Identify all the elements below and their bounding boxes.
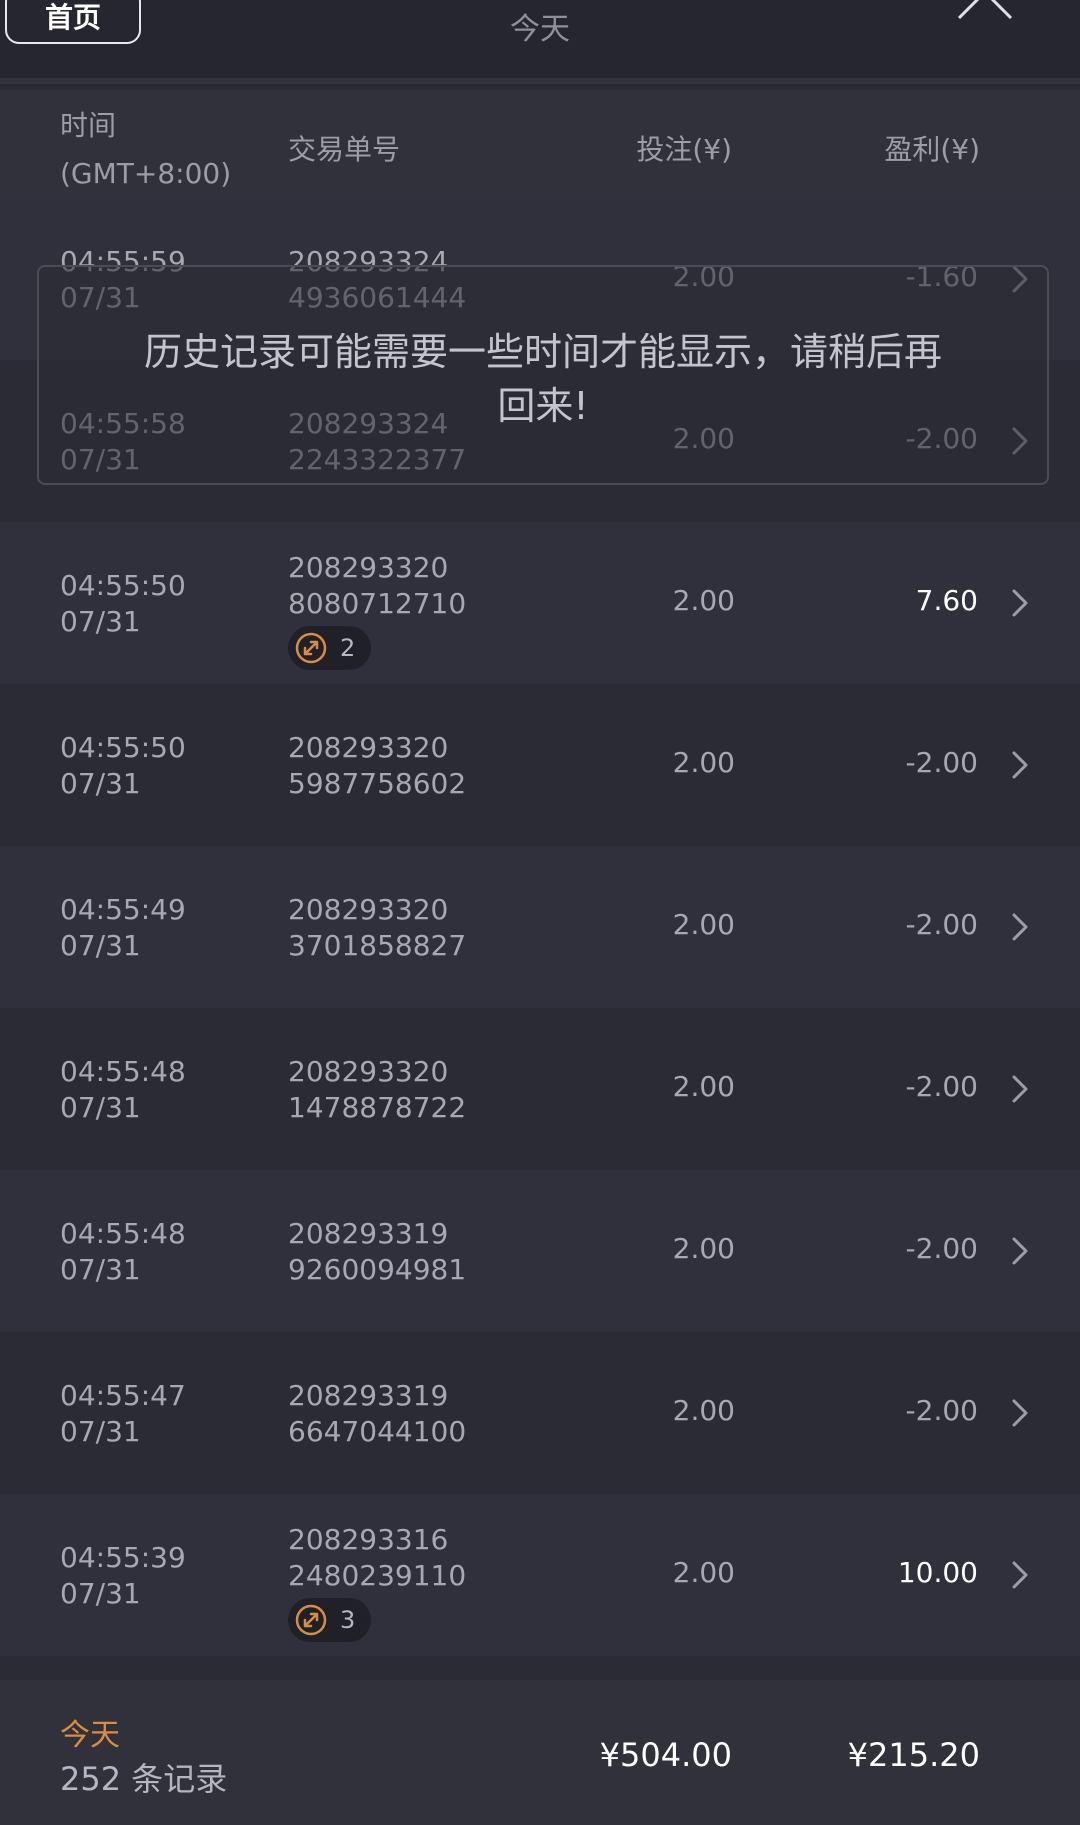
summary-record-count: 252 条记录 bbox=[60, 1760, 228, 1798]
row-time: 04:55:50 07/31 bbox=[60, 568, 186, 640]
row-date-value: 07/31 bbox=[60, 605, 141, 638]
row-time: 04:55:48 07/31 bbox=[60, 1216, 186, 1288]
swap-arrows-icon bbox=[295, 1604, 327, 1636]
summary-total-profit: ¥215.20 bbox=[847, 1736, 980, 1774]
row-profit: -2.00 bbox=[905, 746, 978, 779]
page-title: 今天 bbox=[510, 12, 570, 47]
row-id-line-2: 3701858827 bbox=[288, 929, 467, 962]
row-badge-count: 2 bbox=[340, 634, 356, 662]
history-delay-toast: 历史记录可能需要一些时间才能显示，请稍后再 回来! bbox=[37, 265, 1049, 485]
row-date-value: 07/31 bbox=[60, 767, 141, 800]
chevron-right-icon[interactable] bbox=[1010, 588, 1030, 618]
summary-total-bet: ¥504.00 bbox=[599, 1736, 732, 1774]
swap-arrows-icon bbox=[295, 632, 327, 664]
table-row[interactable]: 04:55:39 07/31 208293316 2480239110 3 2.00 10.… bbox=[0, 1494, 1080, 1656]
row-badge-count: 3 bbox=[340, 1606, 356, 1634]
row-transaction-id: 208293319 9260094981 bbox=[288, 1216, 466, 1288]
row-time-value: 04:55:49 bbox=[60, 893, 186, 926]
row-id-line-1: 208293320 bbox=[288, 551, 449, 584]
row-id-line-2: 9260094981 bbox=[288, 1253, 467, 1286]
row-time-value: 04:55:48 bbox=[60, 1055, 186, 1088]
row-transaction-id: 208293320 3701858827 bbox=[288, 892, 466, 964]
row-id-line-1: 208293320 bbox=[288, 893, 449, 926]
row-time-value: 04:55:47 bbox=[60, 1379, 186, 1412]
table-row[interactable]: 04:55:50 07/31 208293320 8080712710 2 2.00 7.6… bbox=[0, 522, 1080, 684]
table-row[interactable]: 04:55:49 07/31 208293320 3701858827 2.00 -2.0… bbox=[0, 846, 1080, 1008]
row-transaction-id: 208293316 2480239110 3 bbox=[288, 1522, 466, 1646]
row-time: 04:55:39 07/31 bbox=[60, 1540, 186, 1612]
row-date-value: 07/31 bbox=[60, 1577, 141, 1610]
row-time-value: 04:55:50 bbox=[60, 569, 186, 602]
row-bet: 2.00 bbox=[672, 1556, 735, 1589]
row-date-value: 07/31 bbox=[60, 1253, 141, 1286]
row-profit: -2.00 bbox=[905, 1070, 978, 1103]
row-id-line-2: 2480239110 bbox=[288, 1559, 467, 1592]
header-bet: 投注(¥) bbox=[636, 133, 732, 166]
table-row[interactable]: 04:55:48 07/31 208293320 1478878722 2.00 -2.0… bbox=[0, 1008, 1080, 1170]
row-profit: 10.00 bbox=[897, 1556, 978, 1589]
header-time: 时间 (GMT+8:00) bbox=[60, 102, 231, 198]
row-time: 04:55:48 07/31 bbox=[60, 1054, 186, 1126]
row-profit: -2.00 bbox=[905, 1394, 978, 1427]
row-time: 04:55:49 07/31 bbox=[60, 892, 186, 964]
row-date-value: 07/31 bbox=[60, 1091, 141, 1124]
row-transaction-id: 208293319 6647044100 bbox=[288, 1378, 466, 1450]
close-icon[interactable] bbox=[955, 0, 1015, 20]
chevron-right-icon[interactable] bbox=[1010, 1560, 1030, 1590]
row-time-value: 04:55:50 bbox=[60, 731, 186, 764]
row-badge: 3 bbox=[288, 1598, 372, 1642]
summary-footer: 今天 252 条记录 ¥504.00 ¥215.20 bbox=[0, 1680, 1080, 1825]
row-id-line-2: 6647044100 bbox=[288, 1415, 467, 1448]
row-id-line-1: 208293320 bbox=[288, 731, 449, 764]
row-bet: 2.00 bbox=[672, 1232, 735, 1265]
row-id-line-1: 208293316 bbox=[288, 1523, 449, 1556]
top-bar: 首页 今天 bbox=[0, 0, 1080, 84]
header-timezone-label: (GMT+8:00) bbox=[60, 157, 232, 190]
toast-line-2: 回来! bbox=[497, 384, 589, 428]
row-bet: 2.00 bbox=[672, 584, 735, 617]
row-profit: 7.60 bbox=[915, 584, 978, 617]
row-id-line-1: 208293320 bbox=[288, 1055, 449, 1088]
header-transaction-id: 交易单号 bbox=[288, 133, 401, 166]
row-transaction-id: 208293320 5987758602 bbox=[288, 730, 466, 802]
row-badge: 2 bbox=[288, 626, 372, 670]
row-profit: -2.00 bbox=[905, 1232, 978, 1265]
row-bet: 2.00 bbox=[672, 1070, 735, 1103]
row-transaction-id: 208293320 8080712710 2 bbox=[288, 550, 466, 674]
row-time: 04:55:47 07/31 bbox=[60, 1378, 186, 1450]
row-date-value: 07/31 bbox=[60, 1415, 141, 1448]
row-bet: 2.00 bbox=[672, 908, 735, 941]
row-transaction-id: 208293320 1478878722 bbox=[288, 1054, 466, 1126]
row-time-value: 04:55:48 bbox=[60, 1217, 186, 1250]
table-row[interactable]: 04:55:47 07/31 208293319 6647044100 2.00 -2.0… bbox=[0, 1332, 1080, 1494]
row-bet: 2.00 bbox=[672, 746, 735, 779]
summary-period: 今天 bbox=[60, 1718, 120, 1753]
chevron-right-icon[interactable] bbox=[1010, 1236, 1030, 1266]
row-bet: 2.00 bbox=[672, 1394, 735, 1427]
chevron-right-icon[interactable] bbox=[1010, 1398, 1030, 1428]
chevron-right-icon[interactable] bbox=[1010, 750, 1030, 780]
row-id-line-2: 5987758602 bbox=[288, 767, 467, 800]
chevron-right-icon[interactable] bbox=[1010, 912, 1030, 942]
table-row[interactable]: 04:55:48 07/31 208293319 9260094981 2.00 -2.0… bbox=[0, 1170, 1080, 1332]
row-id-line-1: 208293319 bbox=[288, 1217, 449, 1250]
table-row[interactable]: 04:55:50 07/31 208293320 5987758602 2.00 -2.0… bbox=[0, 684, 1080, 846]
chevron-right-icon[interactable] bbox=[1010, 1074, 1030, 1104]
row-time: 04:55:50 07/31 bbox=[60, 730, 186, 802]
toast-line-1: 历史记录可能需要一些时间才能显示，请稍后再 bbox=[143, 330, 942, 374]
header-profit: 盈利(¥) bbox=[884, 133, 980, 166]
row-date-value: 07/31 bbox=[60, 929, 141, 962]
header-time-label: 时间 bbox=[60, 109, 117, 142]
row-time-value: 04:55:39 bbox=[60, 1541, 186, 1574]
row-profit: -2.00 bbox=[905, 908, 978, 941]
table-header: 时间 (GMT+8:00) 交易单号 投注(¥) 盈利(¥) bbox=[0, 90, 1080, 198]
row-id-line-2: 1478878722 bbox=[288, 1091, 467, 1124]
row-id-line-1: 208293319 bbox=[288, 1379, 449, 1412]
row-id-line-2: 8080712710 bbox=[288, 587, 467, 620]
